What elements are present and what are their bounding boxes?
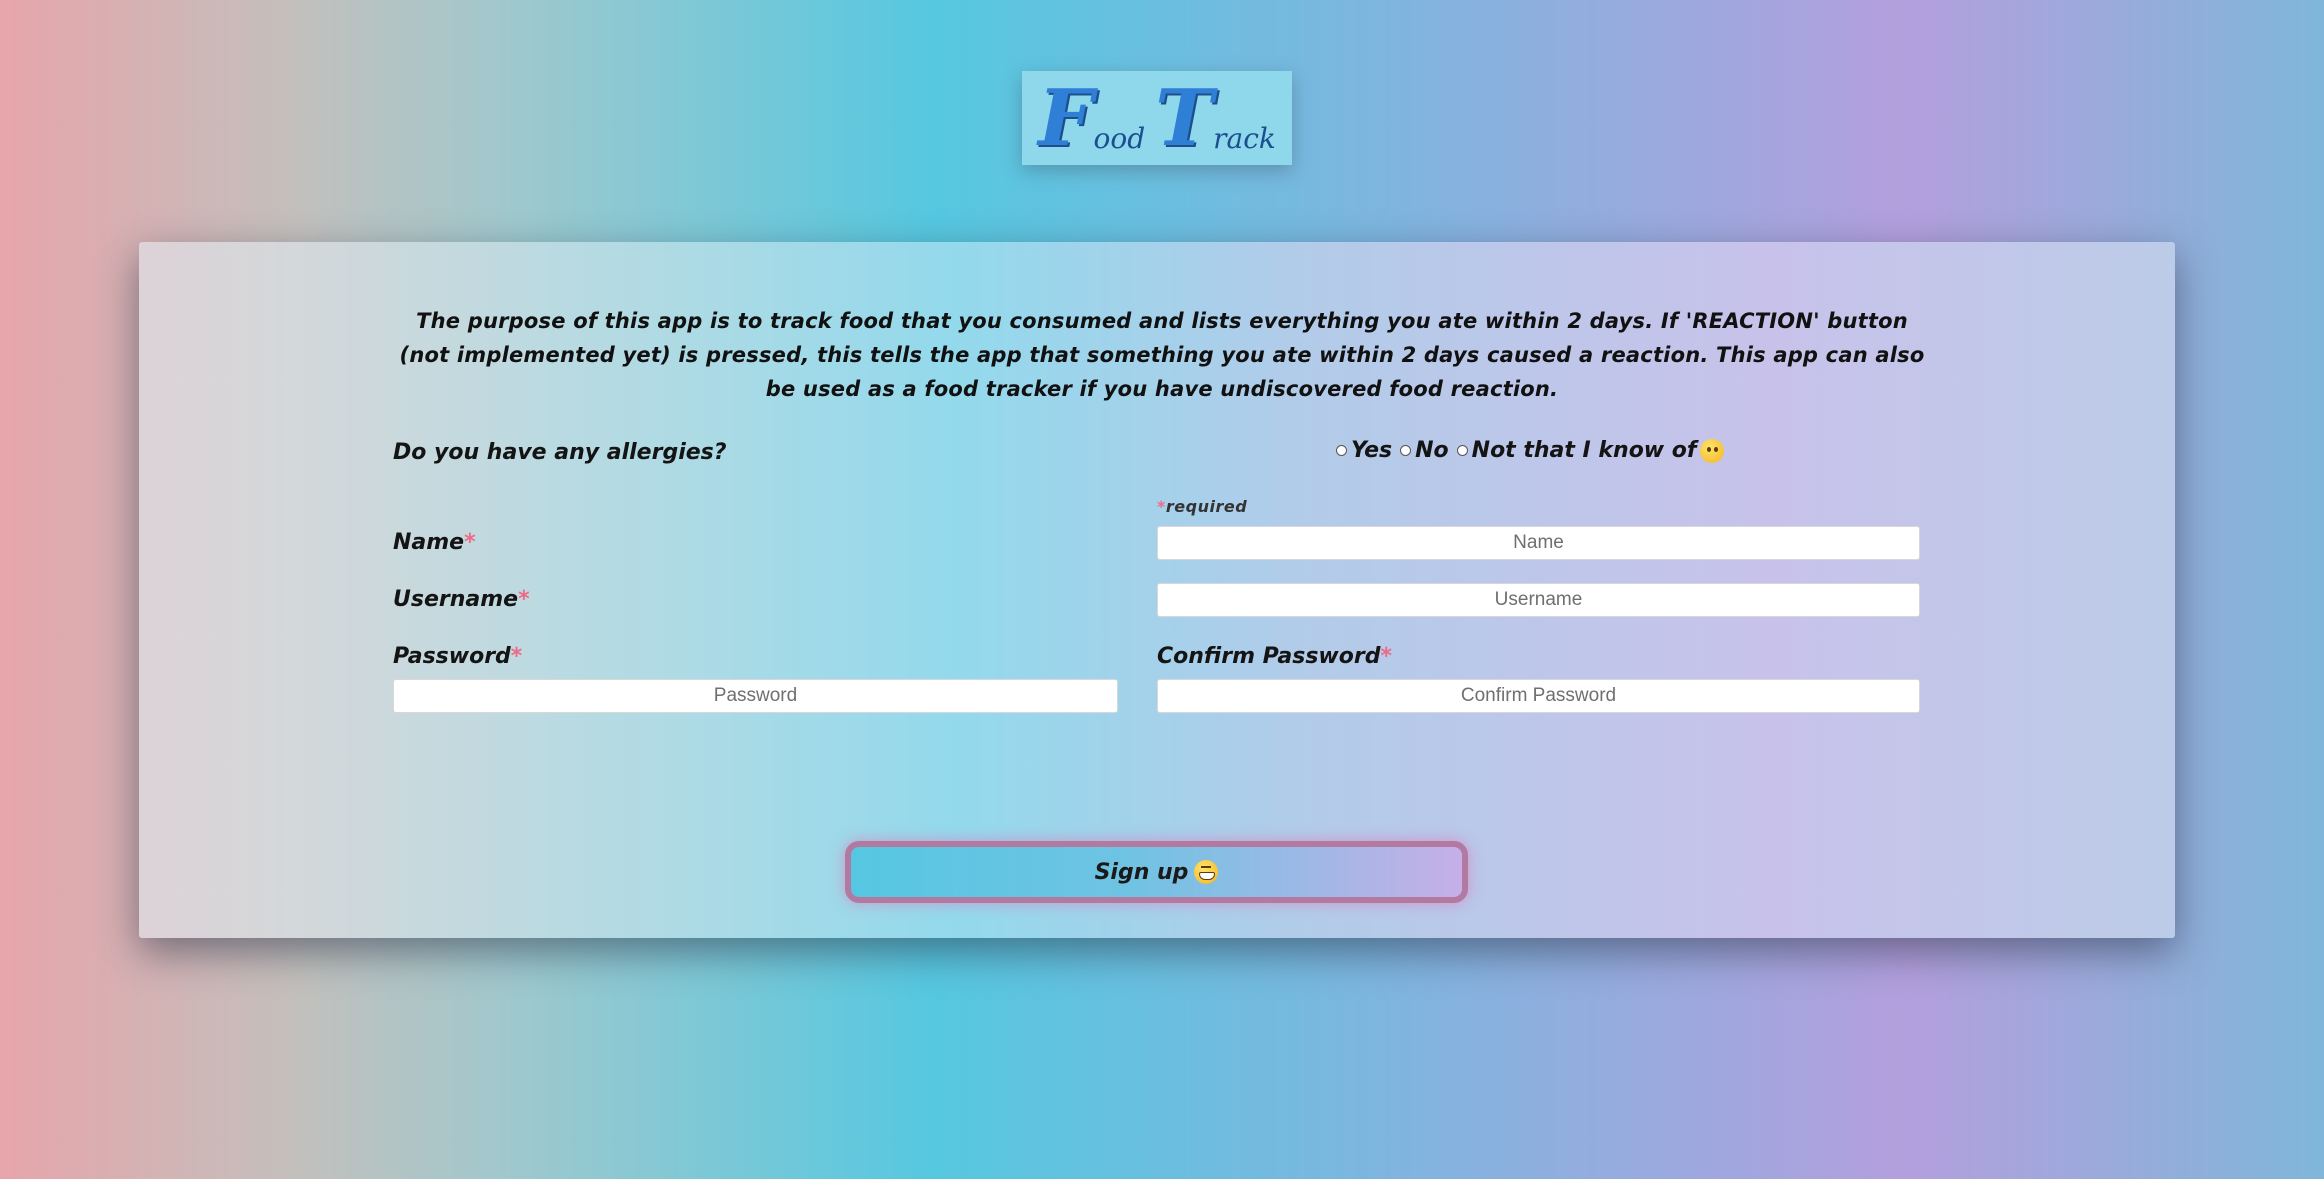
username-label: Username* — [393, 587, 530, 612]
radio-unknown[interactable] — [1456, 445, 1468, 456]
radio-label-unknown: Not that I know of — [1471, 438, 1697, 463]
thinking-face-icon — [1700, 438, 1725, 463]
radio-label-yes: Yes — [1351, 438, 1393, 463]
app-logo: F ood T rack — [1022, 71, 1292, 165]
grinning-face-icon — [1194, 860, 1219, 884]
signup-button-label: Sign up — [1094, 859, 1189, 885]
username-label-text: Username — [393, 587, 519, 612]
password-input[interactable] — [393, 679, 1118, 713]
logo-text-rack: rack — [1213, 122, 1276, 155]
required-note: *required — [1157, 497, 1247, 516]
allergies-radio-group: Yes No Not that I know of — [1336, 438, 1732, 463]
name-input[interactable] — [1157, 526, 1920, 560]
radio-option-unknown[interactable]: Not that I know of — [1456, 438, 1725, 463]
confirm-password-label: Confirm Password* — [1157, 644, 1392, 669]
confirm-password-input[interactable] — [1157, 679, 1920, 713]
signup-button[interactable]: Sign up — [845, 841, 1468, 903]
required-asterisk: * — [1157, 497, 1166, 516]
name-label-text: Name — [393, 530, 465, 555]
radio-option-no[interactable]: No — [1400, 438, 1449, 463]
radio-label-no: No — [1415, 438, 1449, 463]
username-required-asterisk: * — [518, 587, 530, 612]
confirm-password-required-asterisk: * — [1380, 644, 1392, 669]
logo-text-ood: ood — [1093, 122, 1146, 155]
username-input[interactable] — [1157, 583, 1920, 617]
logo-letter-t: T — [1155, 73, 1214, 164]
radio-option-yes[interactable]: Yes — [1336, 438, 1392, 463]
name-label: Name* — [393, 530, 476, 555]
logo-letter-f: F — [1038, 73, 1094, 164]
intro-text: The purpose of this app is to track food… — [399, 309, 1925, 401]
radio-no[interactable] — [1400, 445, 1412, 456]
name-required-asterisk: * — [464, 530, 476, 555]
allergies-question: Do you have any allergies? — [393, 440, 727, 465]
radio-yes[interactable] — [1336, 445, 1347, 456]
password-label: Password* — [393, 644, 522, 669]
required-text: required — [1165, 497, 1248, 516]
password-required-asterisk: * — [510, 644, 523, 669]
password-label-text: Password — [393, 644, 511, 669]
confirm-password-label-text: Confirm Password — [1157, 644, 1381, 669]
